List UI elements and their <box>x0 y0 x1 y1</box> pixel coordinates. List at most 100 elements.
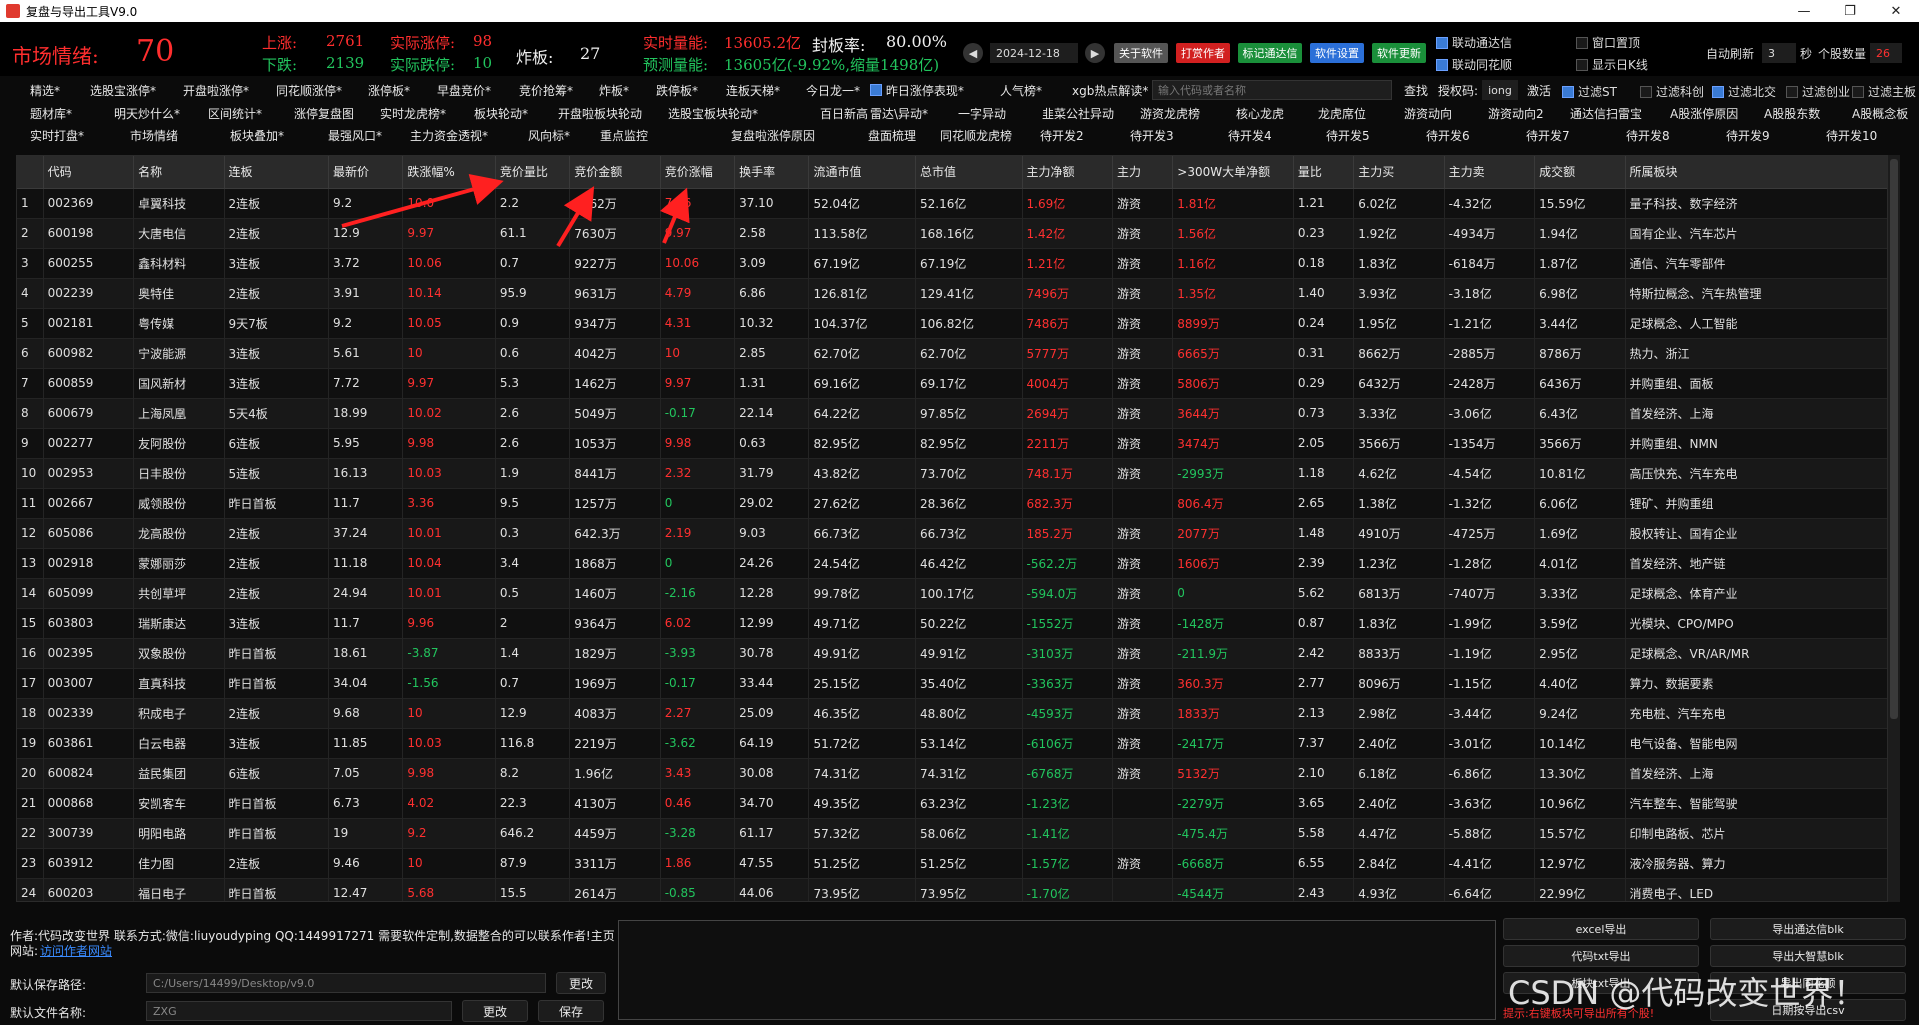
tb-zhaban[interactable]: 炸板* <box>599 80 629 100</box>
filter-cy-check[interactable]: 过滤创业 <box>1786 83 1850 100</box>
tb-ths-zt[interactable]: 同花顺涨停* <box>276 80 342 100</box>
table-row[interactable]: 8 600679 上海凤凰 5天4板 18.99 10.02 2.6 5049万 -0.17 22… <box>17 398 1887 429</box>
maximize-icon[interactable]: ❐ <box>1827 0 1873 22</box>
toolbar2-item[interactable]: A股概念板 <box>1852 103 1908 123</box>
change-name-button[interactable]: 更改 <box>462 1000 528 1022</box>
minimize-icon[interactable]: — <box>1781 0 1827 22</box>
toolbar2-item[interactable]: 题材库* <box>30 103 72 123</box>
table-row[interactable]: 24 600203 福日电子 昨日首板 12.47 5.68 15.5 2614万 -0.85 4… <box>17 878 1887 901</box>
export-tdx-blk-button[interactable]: 导出通达信blk <box>1710 918 1906 940</box>
toolbar3-item[interactable]: 待开发8 <box>1626 125 1670 145</box>
toolbar2-item[interactable]: 区间统计* <box>208 103 262 123</box>
activate-button[interactable]: 激活 <box>1527 80 1551 100</box>
column-header[interactable]: 量比 <box>1293 156 1355 189</box>
pin-window-check[interactable]: 窗口置顶 <box>1576 34 1640 51</box>
toolbar2-item[interactable]: 游资动向2 <box>1488 103 1544 123</box>
code-txt-export-button[interactable]: 代码txt导出 <box>1503 945 1699 967</box>
toolbar2-item[interactable]: 一字异动 <box>958 103 1006 123</box>
about-button[interactable]: 关于软件 <box>1114 43 1168 63</box>
toolbar3-item[interactable]: 待开发4 <box>1228 125 1272 145</box>
tip-author-button[interactable]: 打赏作者 <box>1176 43 1230 63</box>
tb-xgb-rd[interactable]: xgb热点解读* <box>1072 80 1148 100</box>
search-input[interactable]: 输入代码或者名称 <box>1152 80 1392 100</box>
table-row[interactable]: 13 002918 蒙娜丽莎 2连板 11.18 10.04 3.4 1868万 0 24.26 2… <box>17 548 1887 579</box>
toolbar3-item[interactable]: 待开发6 <box>1426 125 1470 145</box>
toolbar3-item[interactable]: 待开发9 <box>1726 125 1770 145</box>
toolbar3-item[interactable]: 盘面梳理 <box>868 125 916 145</box>
toolbar2-item[interactable]: 核心龙虎 <box>1236 103 1284 123</box>
toolbar2-item[interactable]: 游资动向 <box>1404 103 1452 123</box>
log-output[interactable] <box>618 920 1496 1020</box>
table-row[interactable]: 18 002339 积成电子 2连板 9.68 10 12.9 4083万 2.27 25.09 4… <box>17 698 1887 729</box>
toolbar2-item[interactable]: 雷达\异动* <box>870 103 928 123</box>
vertical-scrollbar[interactable] <box>1888 155 1900 902</box>
settings-button[interactable]: 软件设置 <box>1310 43 1364 63</box>
column-header[interactable]: >300W大单净额 <box>1172 156 1294 189</box>
table-row[interactable]: 5 002181 粤传媒 9天7板 9.2 10.05 0.9 9347万 4.31 10.32 1… <box>17 308 1887 339</box>
filter-bj-check[interactable]: 过滤北交 <box>1712 83 1776 100</box>
table-row[interactable]: 19 603861 白云电器 3连板 11.85 10.03 116.8 2219万 -3.62… <box>17 728 1887 759</box>
column-header[interactable]: 主力 <box>1112 156 1174 189</box>
date-picker[interactable]: 2024-12-18 <box>990 43 1078 63</box>
toolbar2-item[interactable]: A股涨停原因 <box>1670 103 1738 123</box>
column-header[interactable]: 主力净额 <box>1022 156 1113 189</box>
tb-jingxuan[interactable]: 精选* <box>30 80 60 100</box>
save-path-input[interactable]: C:/Users/14499/Desktop/v9.0 <box>146 973 546 993</box>
table-row[interactable]: 6 600982 宁波能源 3连板 5.61 10 0.6 4042万 10 2.85 62.70亿… <box>17 338 1887 369</box>
table-row[interactable]: 4 002239 奥特佳 2连板 3.91 10.14 95.9 9631万 4.79 6.86 1… <box>17 278 1887 309</box>
table-row[interactable]: 20 600824 益民集团 6连板 7.05 9.98 8.2 1.96亿 3.43 30.08… <box>17 758 1887 789</box>
toolbar2-item[interactable]: 韭菜公社异动 <box>1042 103 1114 123</box>
change-path-button[interactable]: 更改 <box>556 972 606 994</box>
toolbar3-item[interactable]: 风向标* <box>528 125 570 145</box>
toolbar2-item[interactable]: 选股宝板块轮动* <box>668 103 758 123</box>
toolbar3-item[interactable]: 待开发5 <box>1326 125 1370 145</box>
tb-zrzt[interactable]: 昨日涨停表现* <box>870 80 964 100</box>
tb-rqb[interactable]: 人气榜* <box>1000 80 1042 100</box>
toolbar3-item[interactable]: 主力资金透视* <box>410 125 488 145</box>
toolbar3-item[interactable]: 待开发2 <box>1040 125 1084 145</box>
tb-zpjj[interactable]: 早盘竞价* <box>437 80 491 100</box>
column-header[interactable]: 流通市值 <box>808 156 916 189</box>
column-header[interactable]: 竞价量比 <box>495 156 571 189</box>
toolbar2-item[interactable]: 游资龙虎榜 <box>1140 103 1200 123</box>
toolbar3-item[interactable]: 市场情绪 <box>130 125 178 145</box>
auth-input[interactable]: iong <box>1482 80 1518 100</box>
toolbar3-item[interactable]: 复盘啦涨停原因 <box>731 125 815 145</box>
table-row[interactable]: 23 603912 佳力图 2连板 9.46 10 87.9 3311万 1.86 47.55 51… <box>17 848 1887 879</box>
toolbar2-item[interactable]: 开盘啦板块轮动 <box>558 103 642 123</box>
toolbar2-item[interactable]: 明天炒什么* <box>114 103 180 123</box>
column-header[interactable]: 最新价 <box>328 156 404 189</box>
column-header[interactable] <box>17 156 44 189</box>
toolbar2-item[interactable]: 涨停复盘图 <box>294 103 354 123</box>
column-header[interactable]: 成交额 <box>1534 156 1626 189</box>
tb-jrly[interactable]: 今日龙一* <box>806 80 860 100</box>
tb-dtb[interactable]: 跌停板* <box>656 80 698 100</box>
column-header[interactable]: 总市值 <box>915 156 1023 189</box>
link-tdx-check[interactable]: 联动通达信 <box>1436 34 1512 51</box>
table-row[interactable]: 17 003007 直真科技 昨日首板 34.04 -1.56 0.7 1969万 -0.17 3… <box>17 668 1887 699</box>
filter-st-check[interactable]: 过滤ST <box>1562 83 1617 100</box>
update-button[interactable]: 软件更新 <box>1372 43 1426 63</box>
find-button[interactable]: 查找 <box>1404 80 1428 100</box>
toolbar3-item[interactable]: 实时打盘* <box>30 125 84 145</box>
table-row[interactable]: 11 002667 威领股份 昨日首板 11.7 3.36 9.5 1257万 0 29.02 27… <box>17 488 1887 519</box>
save-button[interactable]: 保存 <box>538 1000 604 1022</box>
toolbar3-item[interactable]: 同花顺龙虎榜 <box>940 125 1012 145</box>
prev-date-icon[interactable]: ◀ <box>963 43 983 63</box>
filter-kc-check[interactable]: 过滤科创 <box>1640 83 1704 100</box>
toolbar3-item[interactable]: 待开发7 <box>1526 125 1570 145</box>
table-row[interactable]: 10 002953 日丰股份 5连板 16.13 10.03 1.9 8441万 2.32 31.… <box>17 458 1887 489</box>
export-dzh-blk-button[interactable]: 导出大智慧blk <box>1710 945 1906 967</box>
column-header[interactable]: 名称 <box>133 156 225 189</box>
column-header[interactable]: 竞价金额 <box>569 156 661 189</box>
tb-kpl-zt[interactable]: 开盘啦涨停* <box>183 80 249 100</box>
toolbar3-item[interactable]: 最强风口* <box>328 125 382 145</box>
close-icon[interactable]: ✕ <box>1873 0 1919 22</box>
table-row[interactable]: 12 605086 龙高股份 2连板 37.24 10.01 0.3 642.3万 2.19 9.… <box>17 518 1887 549</box>
toolbar2-item[interactable]: 龙虎席位 <box>1318 103 1366 123</box>
scroll-thumb[interactable] <box>1890 159 1898 719</box>
site-link[interactable]: 访问作者网站 <box>40 942 112 959</box>
toolbar3-item[interactable]: 待开发3 <box>1130 125 1174 145</box>
tb-lbtt[interactable]: 连板天梯* <box>726 80 780 100</box>
next-date-icon[interactable]: ▶ <box>1085 43 1105 63</box>
